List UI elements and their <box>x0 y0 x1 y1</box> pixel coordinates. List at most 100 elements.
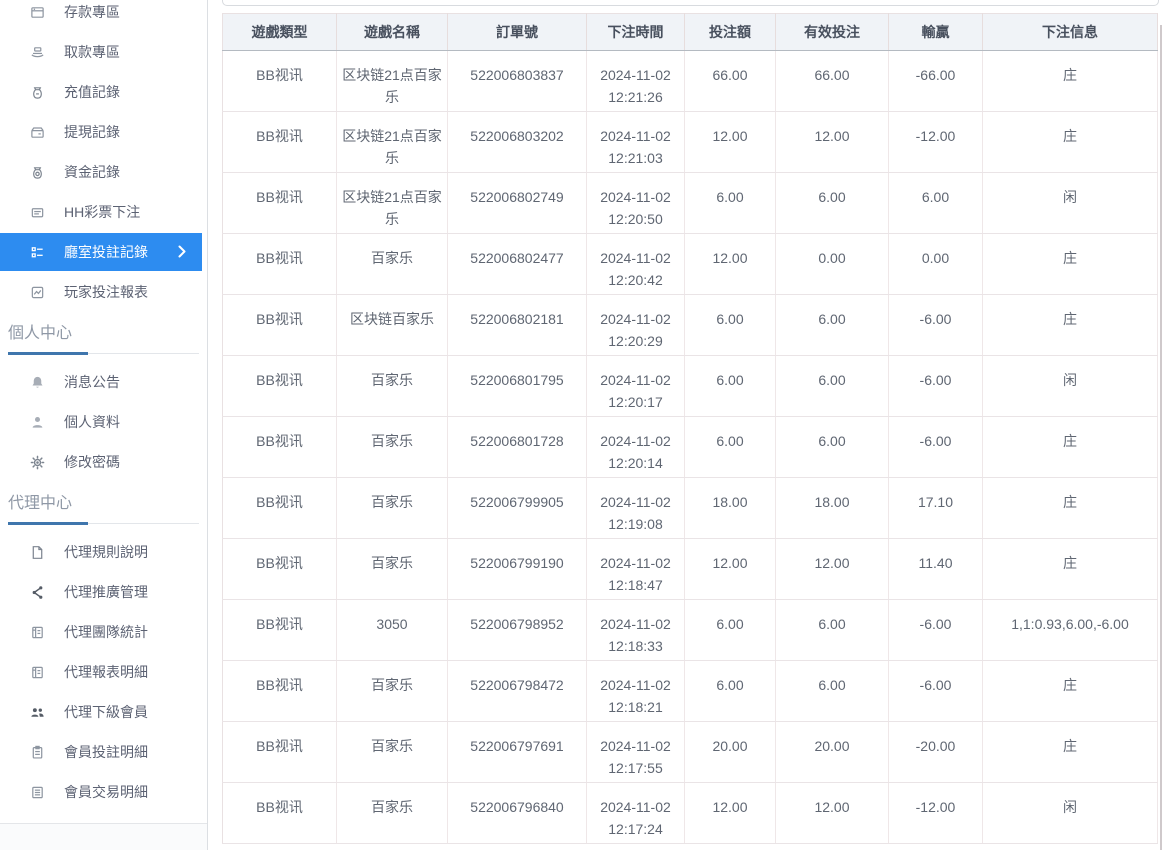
table-cell-bet-info: 庄 <box>983 234 1158 295</box>
table-cell-game-type: BB视讯 <box>223 783 337 844</box>
table-cell-game-name: 区块链21点百家乐 <box>337 51 448 112</box>
table-cell-game-type: BB视讯 <box>223 600 337 661</box>
sidebar-item-label: 代理推廣管理 <box>64 582 148 602</box>
main-content: 遊戲類型 遊戲名稱 訂單號 下注時間 投注額 有效投注 輸贏 下注信息 BB视讯… <box>208 0 1163 850</box>
table-cell-game-type: BB视讯 <box>223 173 337 234</box>
table-cell-game-name: 百家乐 <box>337 783 448 844</box>
table-row: BB视讯百家乐5220068017952024-11-02 12:20:176.… <box>223 356 1158 417</box>
table-row: BB视讯区块链百家乐5220068021812024-11-02 12:20:2… <box>223 295 1158 356</box>
sidebar-item-label: 代理規則說明 <box>64 542 148 562</box>
table-cell-win-loss: -6.00 <box>889 600 983 661</box>
lottery-card-icon <box>29 204 45 220</box>
table-cell-game-type: BB视讯 <box>223 51 337 112</box>
table-cell-bet-amount: 66.00 <box>685 51 776 112</box>
table-cell-valid-bet: 6.00 <box>776 173 889 234</box>
sidebar-item-agent-team-stats[interactable]: 代理團隊統計 <box>0 612 207 652</box>
column-header-bet-amount: 投注額 <box>685 14 776 51</box>
sidebar-item-member-transaction-detail[interactable]: 會員交易明細 <box>0 772 207 812</box>
sidebar-menu-agent: 代理規則說明 代理推廣管理 代理團隊統計 代理報表明細 <box>0 532 207 812</box>
table-cell-bet-amount: 12.00 <box>685 783 776 844</box>
sidebar-item-label: 提現記錄 <box>64 122 120 142</box>
document-icon <box>29 544 45 560</box>
table-cell-game-name: 区块链21点百家乐 <box>337 112 448 173</box>
sidebar-item-recharge-records[interactable]: 充值記錄 <box>0 72 207 112</box>
table-header-row: 遊戲類型 遊戲名稱 訂單號 下注時間 投注額 有效投注 輸贏 下注信息 <box>223 14 1158 51</box>
table-cell-game-type: BB视讯 <box>223 295 337 356</box>
bell-icon <box>29 374 45 390</box>
sidebar-item-label: 個人資料 <box>64 412 120 432</box>
share-icon <box>29 584 45 600</box>
table-cell-bet-amount: 12.00 <box>685 234 776 295</box>
sidebar-item-label: 代理報表明細 <box>64 662 148 682</box>
bet-records-table: 遊戲類型 遊戲名稱 訂單號 下注時間 投注額 有效投注 輸贏 下注信息 BB视讯… <box>222 13 1158 844</box>
table-cell-game-name: 3050 <box>337 600 448 661</box>
table-cell-bet-amount: 6.00 <box>685 600 776 661</box>
sidebar-item-member-bet-detail[interactable]: 會員投註明細 <box>0 732 207 772</box>
sidebar-item-withdraw-zone[interactable]: 取款專區 <box>0 32 207 72</box>
table-row: BB视讯百家乐5220067991902024-11-02 12:18:4712… <box>223 539 1158 600</box>
table-cell-bet-time: 2024-11-02 12:20:17 <box>587 356 685 417</box>
table-cell-bet-time: 2024-11-02 12:20:50 <box>587 173 685 234</box>
vertical-scrollbar[interactable] <box>1160 25 1162 850</box>
deposit-card-icon <box>29 4 45 20</box>
table-cell-order-no: 522006802181 <box>448 295 587 356</box>
table-cell-bet-info: 庄 <box>983 478 1158 539</box>
table-cell-valid-bet: 6.00 <box>776 600 889 661</box>
sidebar-item-room-bet-records[interactable]: 廳室投註記錄 <box>0 233 202 271</box>
table-cell-bet-time: 2024-11-02 12:18:33 <box>587 600 685 661</box>
sidebar-item-label: 消息公告 <box>64 372 120 392</box>
sidebar-item-agent-promotion[interactable]: 代理推廣管理 <box>0 572 207 612</box>
table-cell-win-loss: 11.40 <box>889 539 983 600</box>
table-cell-bet-info: 闲 <box>983 783 1158 844</box>
sidebar-item-hh-lottery-bets[interactable]: HH彩票下注 <box>0 192 207 232</box>
sidebar-item-label: 充值記錄 <box>64 82 120 102</box>
table-cell-win-loss: -6.00 <box>889 661 983 722</box>
table-cell-order-no: 522006801795 <box>448 356 587 417</box>
table-cell-valid-bet: 12.00 <box>776 539 889 600</box>
table-body: BB视讯区块链21点百家乐5220068038372024-11-02 12:2… <box>223 51 1158 844</box>
table-cell-win-loss: 0.00 <box>889 234 983 295</box>
filter-panel-cutoff <box>222 0 1159 6</box>
sidebar-item-change-password[interactable]: 修改密碼 <box>0 442 207 482</box>
table-cell-bet-amount: 6.00 <box>685 173 776 234</box>
sidebar-item-profile[interactable]: 個人資料 <box>0 402 207 442</box>
sidebar-item-agent-report-detail[interactable]: 代理報表明細 <box>0 652 207 692</box>
section-divider <box>8 353 199 354</box>
sidebar-bottom-divider <box>0 823 207 850</box>
sidebar-item-funds-records[interactable]: 資金記錄 <box>0 152 207 192</box>
table-cell-win-loss: -6.00 <box>889 417 983 478</box>
table-cell-game-name: 百家乐 <box>337 722 448 783</box>
table-cell-game-type: BB视讯 <box>223 661 337 722</box>
table-cell-bet-amount: 6.00 <box>685 295 776 356</box>
table-cell-order-no: 522006803837 <box>448 51 587 112</box>
sidebar-item-label: 代理下級會員 <box>64 702 148 722</box>
table-cell-bet-time: 2024-11-02 12:20:29 <box>587 295 685 356</box>
sidebar-item-label: HH彩票下注 <box>64 202 140 222</box>
table-cell-win-loss: 6.00 <box>889 173 983 234</box>
funds-bag-icon <box>29 164 45 180</box>
column-header-bet-time: 下注時間 <box>587 14 685 51</box>
table-cell-bet-time: 2024-11-02 12:18:21 <box>587 661 685 722</box>
table-cell-game-type: BB视讯 <box>223 478 337 539</box>
sidebar-item-player-bet-report[interactable]: 玩家投注報表 <box>0 272 207 312</box>
column-header-game-type: 遊戲類型 <box>223 14 337 51</box>
table-cell-game-name: 百家乐 <box>337 417 448 478</box>
table-cell-game-name: 百家乐 <box>337 234 448 295</box>
sidebar-item-label: 存款專區 <box>64 2 120 22</box>
table-cell-game-type: BB视讯 <box>223 234 337 295</box>
table-cell-bet-info: 庄 <box>983 722 1158 783</box>
table-cell-order-no: 522006799905 <box>448 478 587 539</box>
sidebar-item-withdrawal-records[interactable]: 提現記錄 <box>0 112 207 152</box>
table-cell-order-no: 522006801728 <box>448 417 587 478</box>
sidebar-item-label: 代理團隊統計 <box>64 622 148 642</box>
table-cell-game-type: BB视讯 <box>223 722 337 783</box>
sidebar-menu: 存款專區 取款專區 充值記錄 提現記錄 <box>0 0 207 312</box>
table-cell-order-no: 522006796840 <box>448 783 587 844</box>
sidebar-item-deposit-zone[interactable]: 存款專區 <box>0 0 207 32</box>
table-cell-bet-time: 2024-11-02 12:19:08 <box>587 478 685 539</box>
sidebar-item-agent-rules[interactable]: 代理規則說明 <box>0 532 207 572</box>
sidebar-item-agent-sub-members[interactable]: 代理下級會員 <box>0 692 207 732</box>
sidebar-item-announcements[interactable]: 消息公告 <box>0 362 207 402</box>
column-header-win-loss: 輸贏 <box>889 14 983 51</box>
table-cell-order-no: 522006803202 <box>448 112 587 173</box>
